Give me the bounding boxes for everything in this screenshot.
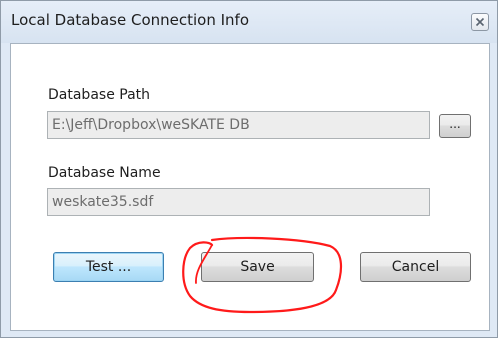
close-button[interactable] [471, 13, 489, 31]
browse-button[interactable]: ... [439, 114, 471, 138]
save-button[interactable]: Save [201, 252, 314, 282]
window-title: Local Database Connection Info [11, 11, 250, 29]
database-name-field[interactable]: weskate35.sdf [47, 188, 430, 216]
title-bar[interactable]: Local Database Connection Info [1, 1, 497, 43]
test-button[interactable]: Test ... [53, 252, 164, 282]
close-icon [475, 17, 485, 27]
dialog-window: Local Database Connection Info Database … [0, 0, 498, 338]
database-name-label: Database Name [48, 165, 161, 181]
cancel-button[interactable]: Cancel [360, 252, 471, 282]
database-path-label: Database Path [48, 87, 151, 103]
database-path-field[interactable]: E:\Jeff\Dropbox\weSKATE DB [47, 111, 430, 139]
dialog-body: Database Path E:\Jeff\Dropbox\weSKATE DB… [10, 43, 490, 331]
